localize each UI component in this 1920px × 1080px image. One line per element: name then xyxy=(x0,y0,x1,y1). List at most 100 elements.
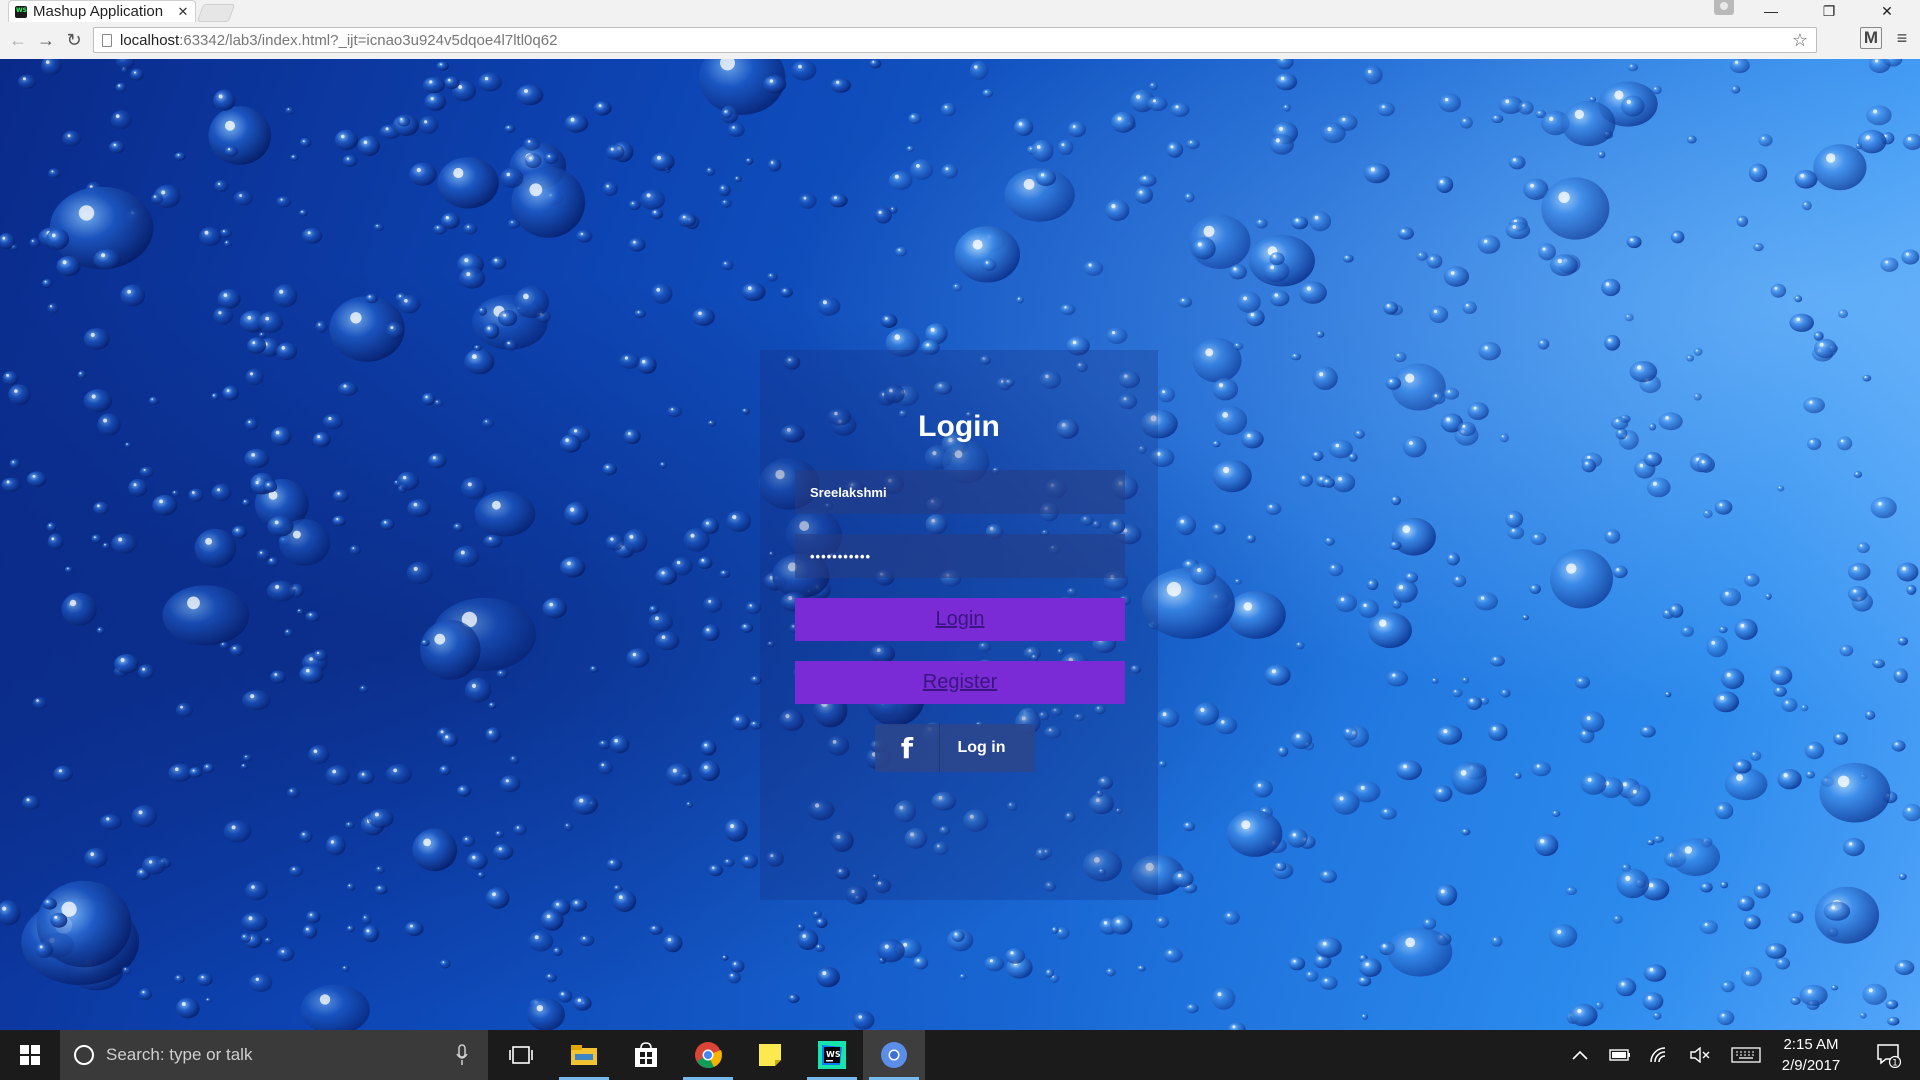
profile-icon[interactable] xyxy=(1714,0,1734,15)
droplet-highlight xyxy=(536,1005,543,1012)
droplet-highlight xyxy=(138,810,143,815)
windows-start-icon[interactable] xyxy=(0,1030,60,1080)
extension-icon[interactable]: M xyxy=(1860,27,1882,49)
droplet-highlight xyxy=(217,488,221,492)
droplet-highlight xyxy=(1637,365,1642,370)
water-droplet xyxy=(361,913,372,925)
droplet-highlight xyxy=(471,683,477,689)
task-view-icon[interactable] xyxy=(490,1030,552,1080)
username-input[interactable]: Sreelakshmi xyxy=(795,470,1125,514)
water-droplet xyxy=(640,189,666,210)
water-droplet xyxy=(1005,948,1026,964)
water-droplet xyxy=(1391,517,1436,556)
droplet-highlight xyxy=(745,857,748,860)
action-center-icon[interactable]: 1 xyxy=(1864,1030,1914,1080)
droplet-highlight xyxy=(1117,116,1122,121)
water-droplet xyxy=(1436,176,1454,193)
volume-muted-icon[interactable] xyxy=(1680,1030,1720,1080)
droplet-highlight xyxy=(1143,176,1146,180)
water-droplet xyxy=(1819,762,1891,823)
droplet-highlight xyxy=(690,533,695,538)
clock-date: 2/9/2017 xyxy=(1781,1057,1841,1074)
droplet-highlight xyxy=(429,80,433,84)
water-droplet xyxy=(299,137,312,148)
wifi-icon[interactable] xyxy=(1640,1030,1680,1080)
water-droplet xyxy=(208,106,272,165)
droplet-highlight xyxy=(1656,836,1658,839)
droplet-highlight xyxy=(1532,586,1535,589)
minimize-icon[interactable]: — xyxy=(1748,0,1794,22)
sticky-notes-icon[interactable] xyxy=(739,1030,801,1080)
droplet-highlight xyxy=(753,677,756,680)
back-icon[interactable]: ← xyxy=(4,27,32,55)
register-button[interactable]: Register xyxy=(795,661,1125,704)
microphone-icon[interactable] xyxy=(456,1044,468,1066)
water-droplet xyxy=(1781,697,1798,713)
droplet-highlight xyxy=(1826,153,1836,163)
water-droplet xyxy=(1106,327,1128,344)
water-droplet xyxy=(1615,977,1637,997)
system-clock[interactable]: 2:15 AM 2/9/2017 xyxy=(1766,1034,1856,1076)
droplet-highlight xyxy=(292,155,294,158)
water-droplet xyxy=(648,605,659,615)
droplet-highlight xyxy=(1280,748,1282,751)
droplet-highlight xyxy=(1153,99,1156,103)
droplet-highlight xyxy=(1168,950,1172,954)
reload-icon[interactable]: ↻ xyxy=(60,27,88,55)
water-droplet xyxy=(1393,351,1407,363)
droplet-highlight xyxy=(1108,969,1110,972)
chrome-icon[interactable] xyxy=(677,1030,739,1080)
restore-icon[interactable]: ❐ xyxy=(1806,0,1852,22)
close-window-icon[interactable]: ✕ xyxy=(1864,0,1910,22)
droplet-highlight xyxy=(384,521,387,524)
water-droplet xyxy=(478,72,502,92)
address-bar[interactable]: localhost:63342/lab3/index.html?_ijt=icn… xyxy=(93,27,1817,53)
droplet-highlight xyxy=(310,913,313,916)
droplet-highlight xyxy=(769,79,774,83)
browser-tab[interactable]: Mashup Application ✕ xyxy=(8,0,196,22)
water-droplet xyxy=(138,664,155,680)
battery-icon[interactable] xyxy=(1600,1030,1640,1080)
facebook-login-button[interactable]: f Log in xyxy=(875,724,1035,772)
taskbar-search-box[interactable]: Search: type or talk xyxy=(60,1030,488,1080)
water-droplet xyxy=(245,368,264,386)
chrome-running-icon[interactable] xyxy=(863,1030,925,1080)
water-droplet xyxy=(1429,305,1449,323)
water-droplet xyxy=(1358,599,1379,618)
tab-close-icon[interactable]: ✕ xyxy=(177,5,189,18)
water-droplet xyxy=(481,418,495,429)
water-droplet xyxy=(1857,129,1887,154)
droplet-highlight xyxy=(440,730,444,734)
file-explorer-icon[interactable] xyxy=(553,1030,615,1080)
droplet-highlight xyxy=(242,764,244,766)
touch-keyboard-icon[interactable] xyxy=(1726,1030,1766,1080)
water-droplet xyxy=(578,934,595,947)
water-droplet xyxy=(1233,342,1244,351)
droplet-highlight xyxy=(118,84,121,87)
water-droplet xyxy=(1569,1003,1598,1027)
water-droplet xyxy=(1565,886,1578,896)
water-droplet xyxy=(741,408,750,415)
droplet-highlight xyxy=(1505,99,1510,104)
webstorm-icon[interactable]: WS xyxy=(801,1030,863,1080)
water-droplet xyxy=(589,665,599,673)
droplet-highlight xyxy=(1233,267,1237,271)
login-button[interactable]: Login xyxy=(795,598,1125,641)
bookmark-star-icon[interactable]: ☆ xyxy=(1792,30,1808,51)
water-droplet xyxy=(396,115,411,127)
droplet-highlight xyxy=(1189,1005,1192,1008)
droplet-highlight xyxy=(1214,441,1216,444)
water-droplet xyxy=(42,897,57,910)
droplet-highlight xyxy=(455,524,458,527)
password-input[interactable]: ••••••••••• xyxy=(795,534,1125,578)
droplet-highlight xyxy=(301,210,303,213)
new-tab-button[interactable] xyxy=(196,4,236,22)
water-droplet xyxy=(1051,926,1059,934)
droplet-highlight xyxy=(492,500,501,510)
forward-icon[interactable]: → xyxy=(32,27,60,55)
show-hidden-icons-icon[interactable] xyxy=(1560,1030,1600,1080)
droplet-highlight xyxy=(26,798,30,802)
water-droplet xyxy=(1505,510,1524,528)
store-icon[interactable] xyxy=(615,1030,677,1080)
chrome-menu-icon[interactable]: ≡ xyxy=(1892,27,1912,49)
